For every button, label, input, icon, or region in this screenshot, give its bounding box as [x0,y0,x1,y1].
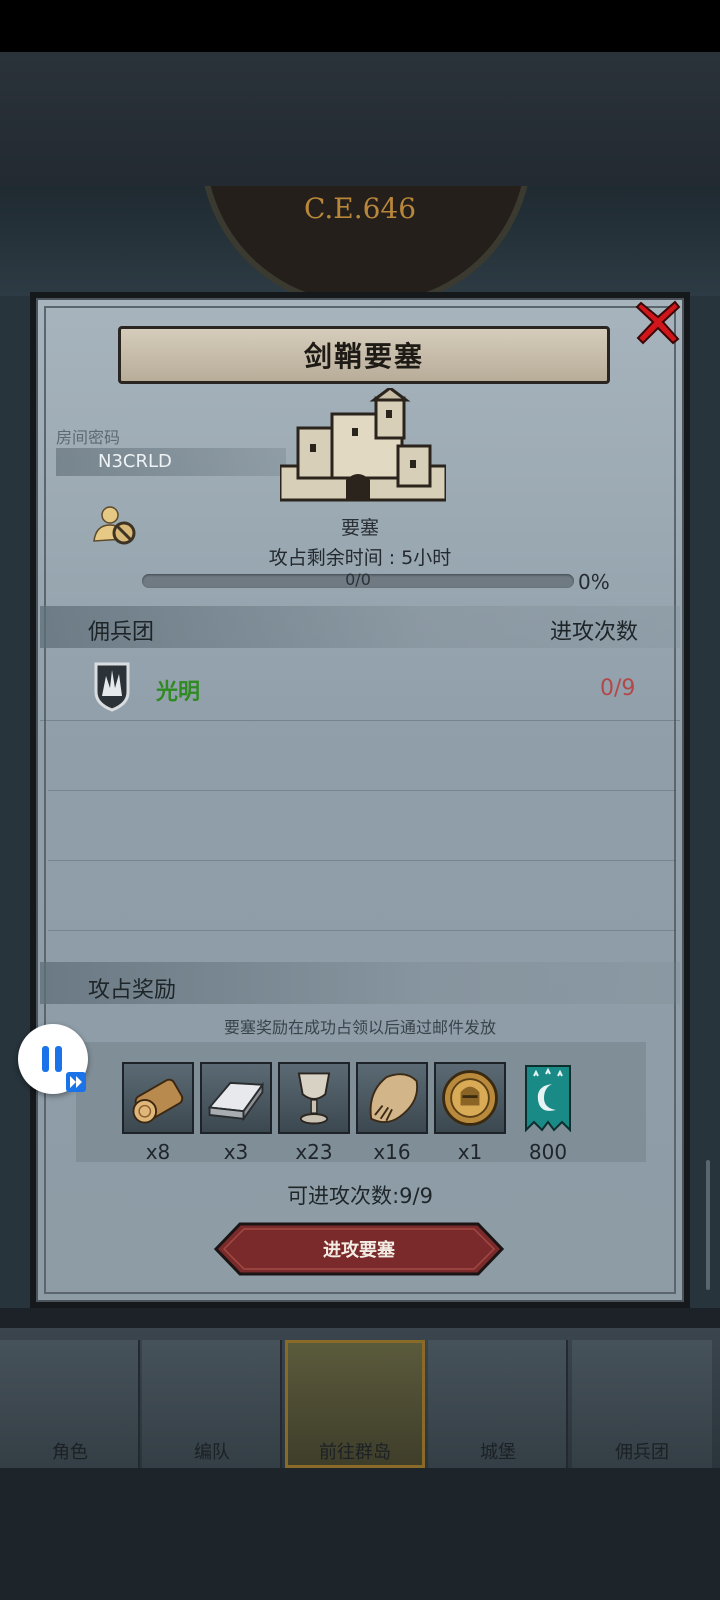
reward-qty-banner: 800 [528,1140,568,1164]
reward-note: 要塞奖励在成功占领以后通过邮件发放 [223,1018,496,1037]
background-top [0,52,720,187]
reward-item-ingot[interactable] [200,1062,272,1134]
reward-qty-goblet: x23 [295,1140,333,1164]
background-bottom [0,1468,720,1600]
game-header: C.E.646 [0,186,720,296]
room-password: N3CRLD [98,451,172,472]
shield-emblem-icon [94,662,130,712]
capture-time-remaining: 攻占剩余时间:5小时 [0,543,720,570]
capture-time-value: 5小时 [401,547,452,569]
guild-attack-count: 0/9 [600,676,636,701]
capture-time-label: 攻占剩余时间 [268,547,383,569]
close-icon [635,300,681,345]
goblet-icon [297,1072,331,1125]
reward-qty-wood: x8 [145,1140,171,1164]
scroll-indicator [706,1160,710,1290]
nav-label-character: 角色 [52,1442,88,1463]
status-bar [0,0,720,52]
attack-fortress-label[interactable]: 进攻要塞 [214,1236,504,1262]
available-attacks: 可进攻次数:9/9 [0,1180,720,1210]
iron-ingot-icon [207,1081,265,1122]
nav-label-castle: 城堡 [480,1442,516,1463]
empty-row [48,790,676,861]
guild-banner-icon [525,1065,571,1133]
left-background-strip [0,296,30,1308]
close-button[interactable] [630,294,686,350]
capture-progress-percent: 0% [578,570,610,594]
guild-name: 光明 [156,680,201,705]
dialog-title: 剑鞘要塞 [118,326,610,384]
knight-medal-icon [442,1070,498,1126]
era-date: C.E.646 [303,192,417,225]
castle-icon [280,388,446,502]
reward-item-pelt[interactable] [356,1062,428,1134]
empty-row [48,860,676,931]
room-password-label: 房间密码 [56,428,121,447]
available-attacks-value: 9/9 [399,1184,433,1208]
reward-item-goblet[interactable] [278,1062,350,1134]
available-attacks-label: 可进攻次数 [287,1184,393,1208]
mercenary-column-title: 佣兵团 [88,620,155,645]
nav-label-mercenary: 佣兵团 [615,1442,669,1463]
reward-qty-pelt: x16 [373,1140,411,1164]
guild-row[interactable] [40,656,680,721]
reward-qty-medal: x1 [457,1140,483,1164]
reward-item-wood[interactable] [122,1062,194,1134]
pause-button[interactable] [18,1024,88,1094]
right-background-strip [690,296,720,1308]
fur-pelt-icon [369,1073,419,1124]
fortress-type: 要塞 [340,517,379,539]
reward-title: 攻占奖励 [88,978,177,1003]
nav-label-islands: 前往群岛 [319,1442,391,1463]
capture-time-separator: : [388,547,396,569]
reward-item-medal[interactable] [434,1062,506,1134]
reward-qty-ingot: x3 [223,1140,249,1164]
wood-log-icon [132,1078,184,1124]
reward-item-banner[interactable] [512,1062,584,1134]
pause-icon [42,1046,86,1092]
capture-progress-text: 0/0 [345,570,371,589]
attack-count-column-title: 进攻次数 [550,620,639,645]
nav-label-formation: 编队 [194,1442,230,1463]
empty-row [48,720,676,791]
